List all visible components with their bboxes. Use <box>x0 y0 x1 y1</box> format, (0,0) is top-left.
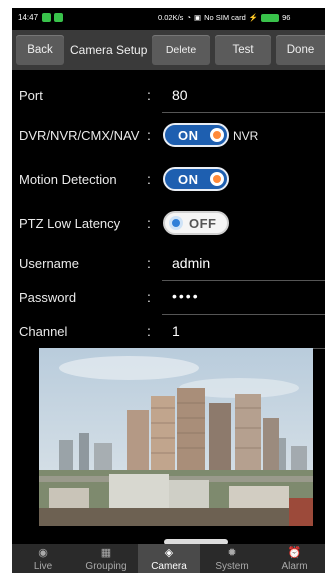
motion-toggle[interactable]: ON <box>163 167 229 191</box>
username-colon: : <box>147 255 151 271</box>
nav-item-grouping[interactable]: ▦ Grouping <box>75 544 137 573</box>
motion-colon: : <box>147 171 151 187</box>
battery-level: 96 <box>282 13 291 22</box>
toggle-knob <box>210 128 224 142</box>
alarm-icon: ⏰ <box>287 547 302 559</box>
live-icon: ◉ <box>38 547 48 559</box>
status-right: 0.02K/s ◔ ▣ No SIM card ⚡ 96 <box>158 13 290 22</box>
city-skyline-image <box>39 348 313 526</box>
channel-label: Channel <box>19 324 68 339</box>
ptz-row: PTZ Low Latency : OFF <box>12 208 325 242</box>
page-title: Camera Setup <box>70 43 148 57</box>
dvr-type-label: NVR <box>233 129 259 143</box>
password-input[interactable]: •••• <box>172 288 200 304</box>
dvr-toggle[interactable]: ON <box>163 123 229 147</box>
charging-icon: ⚡ <box>248 13 259 22</box>
app-notification-icon <box>54 13 63 22</box>
app-screen: 14:47 0.02K/s ◔ ▣ No SIM card ⚡ 96 Back … <box>12 8 325 573</box>
nav-label-live: Live <box>33 561 53 572</box>
grouping-icon: ▦ <box>100 547 112 559</box>
password-underline <box>162 314 325 315</box>
delete-button[interactable]: Delete <box>152 35 210 65</box>
port-colon: : <box>147 87 151 103</box>
username-label: Username <box>19 256 79 271</box>
nav-item-live[interactable]: ◉ Live <box>12 544 74 573</box>
dvr-colon: : <box>147 127 151 143</box>
toolbar: Back Camera Setup Delete Test Done <box>12 30 325 70</box>
back-button[interactable]: Back <box>16 35 64 65</box>
nav-label-camera: Camera <box>151 561 187 572</box>
channel-colon: : <box>147 323 151 339</box>
username-input[interactable]: admin <box>172 255 210 271</box>
dvr-toggle-text: ON <box>178 127 199 143</box>
network-speed: 0.02K/s <box>158 13 184 22</box>
sim-status: No SIM card <box>204 13 246 22</box>
camera-preview-image[interactable] <box>39 348 313 526</box>
nav-label-system: System <box>215 561 249 572</box>
sim-icon: ▣ <box>193 13 202 22</box>
password-colon: : <box>147 289 151 305</box>
status-time: 14:47 <box>18 13 39 22</box>
motion-label: Motion Detection <box>19 172 117 187</box>
port-underline <box>162 112 325 113</box>
ptz-colon: : <box>147 215 151 231</box>
motion-toggle-text: ON <box>178 171 199 187</box>
done-button[interactable]: Done <box>276 35 325 65</box>
channel-row: Channel : 1 <box>12 316 325 350</box>
username-underline <box>162 280 325 281</box>
nav-label-alarm: Alarm <box>281 561 308 572</box>
username-row: Username : admin <box>12 248 325 282</box>
battery-icon <box>261 13 280 22</box>
motion-row: Motion Detection : ON <box>12 164 325 198</box>
nav-item-alarm[interactable]: ⏰ Alarm <box>264 544 325 573</box>
notification-icon <box>42 13 51 22</box>
ptz-toggle[interactable]: OFF <box>163 211 229 235</box>
system-icon: ✹ <box>227 547 237 559</box>
status-bar: 14:47 0.02K/s ◔ ▣ No SIM card ⚡ 96 <box>12 8 325 28</box>
camera-icon: ◈ <box>164 547 174 559</box>
toggle-knob <box>210 172 224 186</box>
port-input[interactable]: 80 <box>172 87 188 103</box>
bottom-nav: ◉ Live ▦ Grouping ◈ Camera ✹ System ⏰ Al… <box>12 544 325 573</box>
port-row: Port : 80 <box>12 80 325 114</box>
ptz-label: PTZ Low Latency <box>19 216 121 231</box>
password-row: Password : •••• <box>12 282 325 316</box>
nav-label-grouping: Grouping <box>85 561 127 572</box>
toggle-knob <box>169 216 183 230</box>
password-label: Password <box>19 290 77 305</box>
test-button[interactable]: Test <box>215 35 271 65</box>
channel-input[interactable]: 1 <box>172 323 180 339</box>
port-label: Port <box>19 88 43 103</box>
dvr-row: DVR/NVR/CMX/NAV : ON NVR <box>12 120 325 154</box>
nav-item-system[interactable]: ✹ System <box>201 544 263 573</box>
wifi-icon: ◔ <box>186 13 191 22</box>
dvr-label: DVR/NVR/CMX/NAV <box>19 128 140 143</box>
ptz-toggle-text: OFF <box>189 215 217 231</box>
nav-item-camera[interactable]: ◈ Camera <box>138 544 200 573</box>
